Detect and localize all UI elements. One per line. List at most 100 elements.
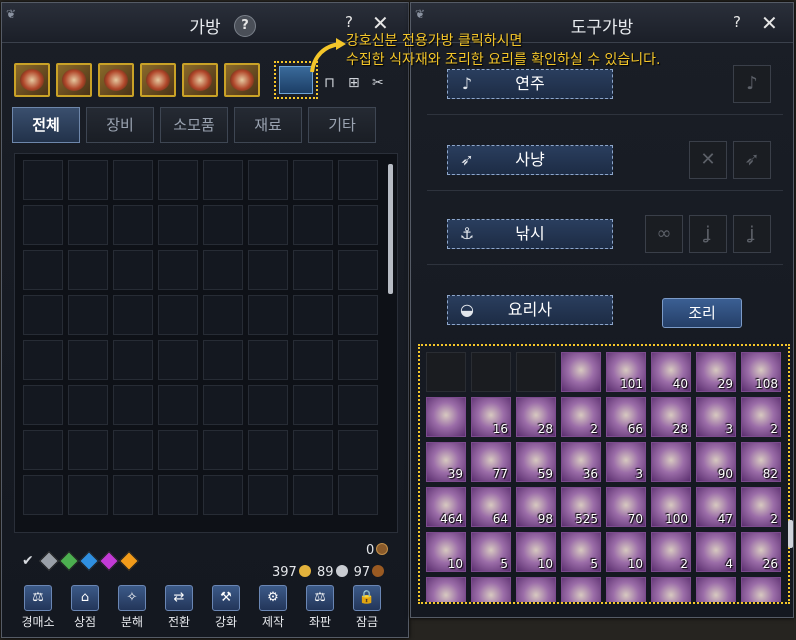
inventory-slot[interactable]: [68, 385, 108, 425]
ingredient-slot[interactable]: 82: [741, 442, 781, 482]
ingredient-slot[interactable]: 39: [426, 442, 466, 482]
inventory-slot[interactable]: [158, 385, 198, 425]
bag-slot-6[interactable]: [224, 63, 260, 97]
ingredient-slot[interactable]: 10: [426, 532, 466, 572]
grade-gray-icon[interactable]: [38, 551, 59, 571]
ingredient-slot[interactable]: [516, 577, 556, 602]
bag-slot-5[interactable]: [182, 63, 218, 97]
inventory-slot[interactable]: [158, 205, 198, 245]
inventory-slot[interactable]: [158, 160, 198, 200]
bag-slot-4[interactable]: [140, 63, 176, 97]
craft-button[interactable]: ⚙ 제작: [255, 585, 291, 630]
inventory-slot[interactable]: [293, 475, 333, 515]
ingredient-slot[interactable]: 36: [561, 442, 601, 482]
tool-slot-bait[interactable]: ∞: [645, 215, 683, 253]
grade-purple-icon[interactable]: [98, 551, 119, 571]
inventory-slot[interactable]: [68, 340, 108, 380]
inventory-slot[interactable]: [248, 250, 288, 290]
inventory-slot[interactable]: [23, 160, 63, 200]
bag-slot-3[interactable]: [98, 63, 134, 97]
inventory-slot[interactable]: [158, 250, 198, 290]
inventory-slot[interactable]: [248, 340, 288, 380]
ingredient-slot[interactable]: 10: [606, 532, 646, 572]
ingredient-slot[interactable]: 2: [561, 397, 601, 437]
ingredient-slot[interactable]: [651, 577, 691, 602]
auction-button[interactable]: ⚖ 경매소: [20, 585, 56, 630]
inventory-slot[interactable]: [338, 475, 378, 515]
ingredient-slot[interactable]: 2: [741, 397, 781, 437]
inventory-slot[interactable]: [338, 385, 378, 425]
inventory-slot[interactable]: [248, 385, 288, 425]
inventory-slot[interactable]: [23, 475, 63, 515]
ingredient-slot[interactable]: 28: [651, 397, 691, 437]
inventory-slot[interactable]: [113, 160, 153, 200]
inventory-slot[interactable]: [203, 295, 243, 335]
ingredient-slot[interactable]: 10: [516, 532, 556, 572]
inventory-slot[interactable]: [293, 250, 333, 290]
inventory-slot[interactable]: [293, 160, 333, 200]
inventory-slot[interactable]: [338, 160, 378, 200]
ingredient-slot[interactable]: 77: [471, 442, 511, 482]
bag-slot-2[interactable]: [56, 63, 92, 97]
ingredient-slot[interactable]: 2: [741, 487, 781, 527]
ingredient-slot[interactable]: [561, 352, 601, 392]
ingredient-slot[interactable]: 70: [606, 487, 646, 527]
inventory-slot[interactable]: [248, 295, 288, 335]
inventory-slot[interactable]: [203, 475, 243, 515]
close-button[interactable]: ✕: [761, 11, 778, 35]
inventory-slot[interactable]: [23, 250, 63, 290]
ingredient-slot[interactable]: 4: [696, 532, 736, 572]
ingredient-slot[interactable]: [471, 352, 511, 392]
inventory-slot[interactable]: [203, 430, 243, 470]
inventory-slot[interactable]: [68, 475, 108, 515]
ingredient-slot[interactable]: 16: [471, 397, 511, 437]
inventory-slot[interactable]: [338, 295, 378, 335]
ingredient-slot[interactable]: [426, 397, 466, 437]
ingredient-slot[interactable]: 66: [606, 397, 646, 437]
ingredient-slot[interactable]: 28: [516, 397, 556, 437]
stall-button[interactable]: ⚖ 좌판: [302, 585, 338, 630]
inventory-slot[interactable]: [113, 385, 153, 425]
ingredient-slot[interactable]: [741, 577, 781, 602]
ingredient-slot[interactable]: 40: [651, 352, 691, 392]
inventory-slot[interactable]: [158, 295, 198, 335]
ingredient-slot[interactable]: 3: [606, 442, 646, 482]
ingredient-slot[interactable]: [651, 442, 691, 482]
ingredient-slot[interactable]: 464: [426, 487, 466, 527]
help-icon[interactable]: ?: [345, 13, 353, 31]
inventory-slot[interactable]: [68, 430, 108, 470]
inventory-slot[interactable]: [293, 430, 333, 470]
lock-button[interactable]: 🔒 잠금: [349, 585, 385, 630]
inventory-slot[interactable]: [68, 160, 108, 200]
ingredient-slot[interactable]: 3: [696, 397, 736, 437]
help-button[interactable]: ?: [234, 15, 256, 37]
scissors-icon[interactable]: ✂: [372, 75, 384, 91]
inventory-slot[interactable]: [23, 295, 63, 335]
inventory-slot[interactable]: [203, 385, 243, 425]
ingredient-slot[interactable]: [426, 577, 466, 602]
inventory-slot[interactable]: [248, 160, 288, 200]
ingredient-slot[interactable]: 5: [471, 532, 511, 572]
inventory-slot[interactable]: [68, 250, 108, 290]
ingredient-slot[interactable]: 2: [651, 532, 691, 572]
inventory-slot[interactable]: [293, 340, 333, 380]
inventory-slot[interactable]: [158, 340, 198, 380]
inventory-slot[interactable]: [113, 430, 153, 470]
inventory-slot[interactable]: [68, 205, 108, 245]
tab-other[interactable]: 기타: [308, 107, 376, 143]
tool-slot-hook-1[interactable]: ʝ: [689, 215, 727, 253]
ingredient-slot[interactable]: [696, 577, 736, 602]
help-icon[interactable]: ?: [733, 13, 741, 31]
tab-materials[interactable]: 재료: [234, 107, 302, 143]
ingredient-slot[interactable]: [471, 577, 511, 602]
ingredient-slot[interactable]: [426, 352, 466, 392]
disassemble-button[interactable]: ✧ 분해: [114, 585, 150, 630]
shop-button[interactable]: ⌂ 상점: [67, 585, 103, 630]
tab-all[interactable]: 전체: [12, 107, 80, 143]
ingredient-slot[interactable]: 64: [471, 487, 511, 527]
tab-consumables[interactable]: 소모품: [160, 107, 228, 143]
ingredient-slot[interactable]: 5: [561, 532, 601, 572]
inventory-slot[interactable]: [68, 295, 108, 335]
inventory-slot[interactable]: [248, 475, 288, 515]
inventory-slot[interactable]: [203, 160, 243, 200]
